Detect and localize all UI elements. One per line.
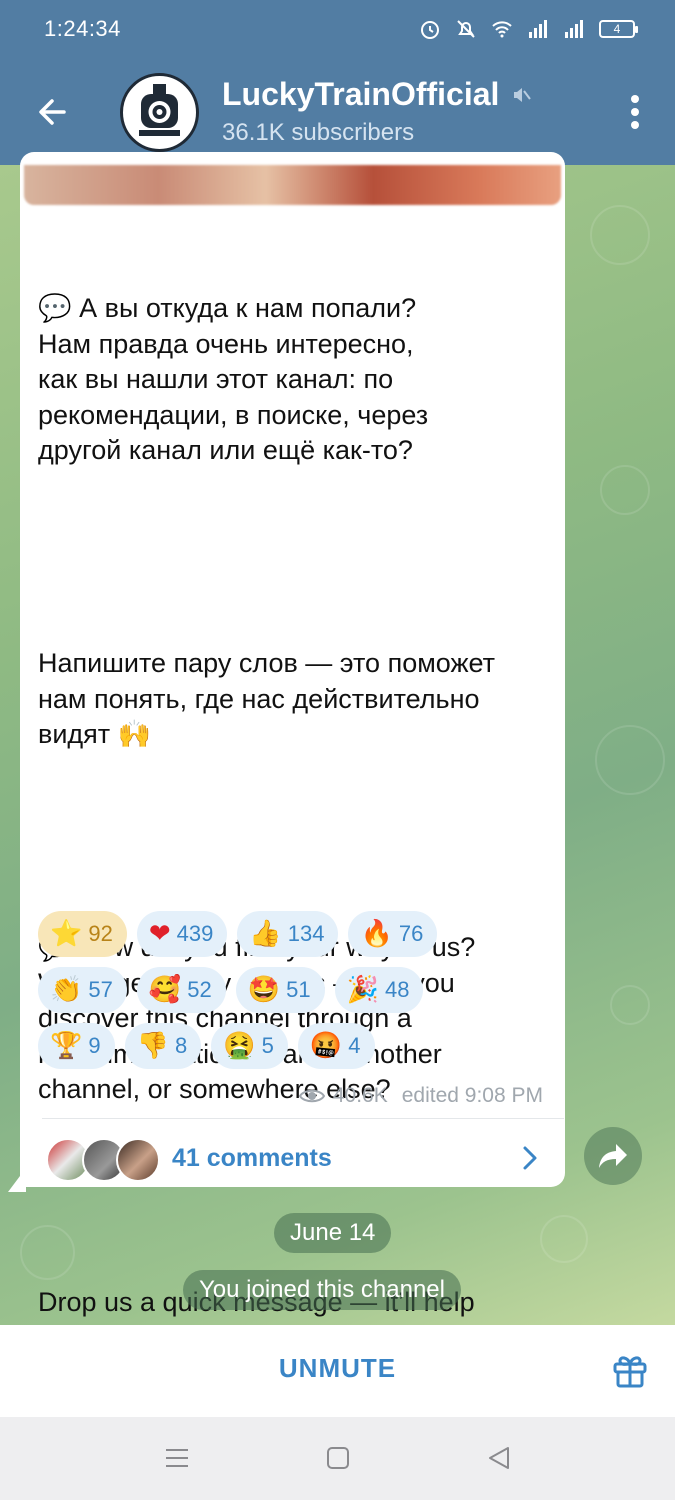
date-pill: June 14	[274, 1213, 392, 1253]
view-count: 40.6K	[332, 1084, 388, 1107]
eye-icon	[298, 1089, 325, 1103]
fire-icon: 🔥	[360, 919, 393, 949]
reaction-thumbs-down[interactable]: 👎 8	[124, 1023, 202, 1069]
back-triangle-icon[interactable]	[486, 1445, 512, 1471]
channel-title: LuckyTrainOfficial	[222, 76, 532, 113]
wifi-icon	[492, 21, 512, 38]
message-meta: 40.6K edited 9:08 PM	[298, 1084, 543, 1108]
reaction-count: 4	[348, 1033, 361, 1058]
channel-name: LuckyTrainOfficial	[222, 76, 500, 112]
muted-speaker-icon	[514, 87, 532, 102]
reaction-row: 🏆 9 👎 8 🤮 5 🤬 4	[38, 1023, 548, 1069]
chevron-right-icon	[523, 1146, 537, 1170]
status-time: 1:24:34	[44, 16, 121, 41]
reaction-count: 134	[287, 921, 325, 946]
reaction-trophy[interactable]: 🏆 9	[38, 1023, 115, 1069]
reaction-count: 76	[398, 921, 424, 946]
status-bar: 1:24:34 4	[0, 0, 675, 60]
vomiting-face-icon: 🤮	[223, 1031, 256, 1061]
signal-icon	[529, 20, 547, 38]
bottom-action-bar: UNMUTE	[0, 1325, 675, 1417]
status-icons: 4	[419, 18, 638, 40]
back-arrow-icon[interactable]	[30, 90, 74, 134]
reaction-cursing[interactable]: 🤬 4	[297, 1023, 375, 1069]
unmute-button[interactable]: UNMUTE	[0, 1353, 675, 1384]
smiling-hearts-icon: 🥰	[148, 975, 182, 1005]
party-popper-icon: 🎉	[346, 975, 379, 1005]
gift-icon[interactable]	[611, 1351, 649, 1389]
comments-divider	[42, 1118, 564, 1119]
star-icon: ⭐	[50, 919, 83, 949]
reaction-row: ⭐ 92 ❤ 439 👍 134 🔥 76	[38, 911, 548, 957]
reaction-thumbs-up[interactable]: 👍 134	[237, 911, 339, 957]
comments-button[interactable]: 41 comments	[42, 1130, 554, 1186]
commenter-avatars	[42, 1134, 162, 1182]
message-paragraph-ru-1: 💬 А вы откуда к нам попали? Нам правда о…	[38, 293, 429, 465]
reaction-count: 5	[261, 1033, 274, 1058]
menu-icon[interactable]	[164, 1445, 190, 1471]
subscriber-count: 36.1K subscribers	[222, 119, 415, 146]
system-navigation-bar	[0, 1417, 675, 1500]
train-logo-icon	[123, 76, 196, 149]
thumbs-down-icon: 👎	[136, 1031, 169, 1061]
notifications-off-icon	[457, 20, 475, 38]
reaction-count: 57	[88, 977, 113, 1002]
reaction-count: 92	[88, 921, 113, 946]
reaction-star-struck[interactable]: 🤩 51	[235, 967, 325, 1013]
channel-avatar[interactable]	[120, 73, 199, 152]
share-arrow-icon	[599, 1144, 627, 1168]
reaction-smiling-hearts[interactable]: 🥰 52	[136, 967, 226, 1013]
reaction-row: 👏 57 🥰 52 🤩 51 🎉 48	[38, 967, 548, 1013]
alarm-icon	[421, 21, 439, 39]
share-button[interactable]	[584, 1127, 642, 1185]
thumbs-up-icon: 👍	[249, 919, 282, 949]
avatar	[116, 1138, 160, 1182]
reaction-count: 439	[176, 921, 214, 946]
reaction-vomit[interactable]: 🤮 5	[211, 1023, 288, 1069]
channel-title-area[interactable]: LuckyTrainOfficial 36.1K subscribers	[222, 76, 532, 147]
reaction-count: 51	[286, 977, 311, 1002]
comments-label: 41 comments	[172, 1143, 332, 1172]
message-paragraph-ru-2: Напишите пару слов — это поможет нам пон…	[38, 648, 496, 749]
reaction-clap[interactable]: 👏 57	[38, 967, 127, 1013]
reaction-count: 8	[175, 1033, 188, 1058]
reaction-fire[interactable]: 🔥 76	[348, 911, 438, 957]
reaction-heart[interactable]: ❤ 439	[136, 911, 228, 957]
battery-icon: 4	[599, 20, 638, 38]
more-vertical-icon[interactable]	[629, 94, 641, 130]
reactions: ⭐ 92 ❤ 439 👍 134 🔥 76 👏 57 🥰 52 🤩 51 🎉 48 🏆 9 👎 8 …	[38, 911, 548, 1079]
edited-time: edited 9:08 PM	[401, 1084, 543, 1107]
home-icon[interactable]	[325, 1445, 351, 1471]
clapping-hands-icon: 👏	[50, 975, 83, 1005]
reaction-count: 52	[187, 977, 212, 1002]
reaction-star[interactable]: ⭐ 92	[38, 911, 127, 957]
cursing-face-icon: 🤬	[309, 1031, 343, 1061]
heart-icon: ❤	[148, 919, 171, 949]
star-struck-icon: 🤩	[247, 975, 281, 1005]
reaction-count: 48	[384, 977, 410, 1002]
reaction-party[interactable]: 🎉 48	[334, 967, 424, 1013]
signal-icon-2	[565, 20, 583, 38]
channel-header: LuckyTrainOfficial 36.1K subscribers	[0, 60, 675, 165]
joined-channel-pill: You joined this channel	[183, 1270, 461, 1310]
reaction-count: 9	[88, 1033, 101, 1058]
trophy-icon: 🏆	[50, 1031, 83, 1061]
message-media-preview[interactable]	[24, 165, 561, 205]
